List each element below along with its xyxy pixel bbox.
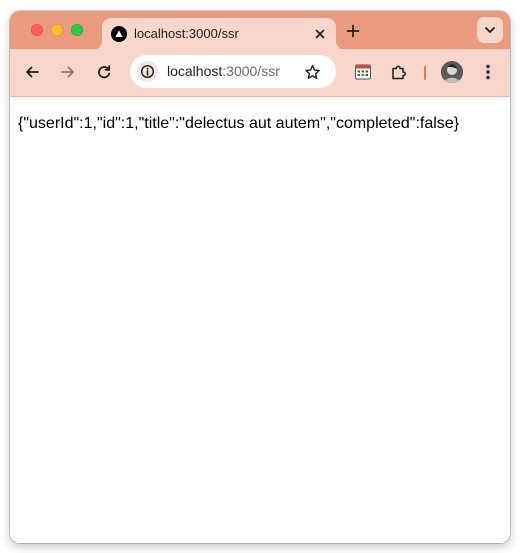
tab-strip: localhost:3000/ssr xyxy=(10,11,510,50)
url-path: :3000/ssr xyxy=(222,63,280,79)
address-bar[interactable]: localhost:3000/ssr xyxy=(130,55,336,88)
extension-app-icon[interactable] xyxy=(351,60,375,84)
window-close-button[interactable] xyxy=(31,24,43,36)
url-text[interactable]: localhost:3000/ssr xyxy=(167,63,280,79)
tab-search-chevron-icon[interactable] xyxy=(477,17,503,43)
toolbar: localhost:3000/ssr xyxy=(10,49,510,97)
new-tab-plus-icon[interactable] xyxy=(343,21,363,41)
toolbar-divider xyxy=(424,66,426,80)
reload-icon[interactable] xyxy=(92,60,116,84)
bookmark-star-icon[interactable] xyxy=(302,62,322,82)
kebab-menu-icon[interactable] xyxy=(476,60,500,84)
nextjs-triangle-icon xyxy=(111,26,127,42)
tab-title: localhost:3000/ssr xyxy=(134,26,239,41)
profile-avatar-icon[interactable] xyxy=(441,61,463,83)
page-content: {"userId":1,"id":1,"title":"delectus aut… xyxy=(10,97,510,543)
browser-window: localhost:3000/ssr localhost:3000/ssr {"… xyxy=(10,11,510,543)
window-minimize-button[interactable] xyxy=(51,24,63,36)
window-zoom-button[interactable] xyxy=(71,24,83,36)
url-host: localhost xyxy=(167,63,223,79)
close-icon[interactable] xyxy=(312,26,328,42)
back-arrow-icon[interactable] xyxy=(20,60,44,84)
site-info-icon[interactable] xyxy=(137,61,158,82)
tab-active[interactable]: localhost:3000/ssr xyxy=(92,18,346,50)
forward-arrow-icon[interactable] xyxy=(56,60,80,84)
json-response-text: {"userId":1,"id":1,"title":"delectus aut… xyxy=(18,115,460,132)
puzzle-extensions-icon[interactable] xyxy=(387,60,411,84)
